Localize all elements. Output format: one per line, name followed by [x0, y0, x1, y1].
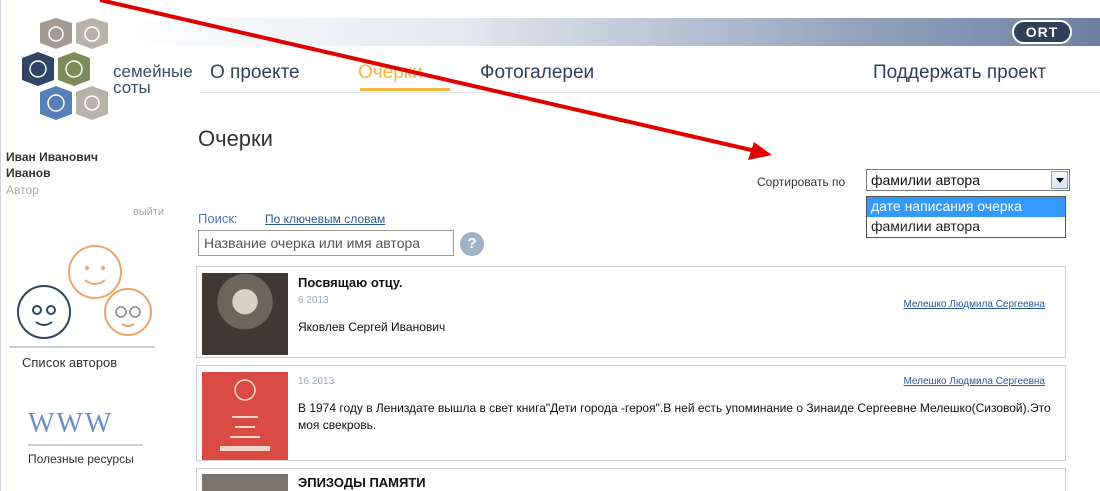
article-author-link[interactable]: Мелешко Людмила Сергеевна: [903, 299, 1045, 310]
nav-photogallery[interactable]: Фотогалереи: [480, 62, 594, 84]
user-name-line2: Иванов: [6, 166, 51, 180]
user-name: Иван Иванович Иванов: [6, 149, 166, 181]
nav-essays[interactable]: Очерки: [358, 62, 423, 84]
authors-list-link[interactable]: [10, 240, 160, 350]
ort-logo[interactable]: ORT: [1012, 20, 1072, 44]
sort-label: Сортировать по: [757, 175, 846, 189]
article-excerpt: Яковлев Сергей Иванович: [298, 320, 446, 334]
site-logo[interactable]: семейные соты: [18, 18, 193, 148]
search-label: Поиск:: [198, 211, 238, 226]
chevron-down-icon[interactable]: [1051, 171, 1068, 189]
article-card[interactable]: ЭПИЗОДЫ ПАМЯТИ: [196, 468, 1066, 491]
nav-support-project[interactable]: Поддержать проект: [873, 62, 1046, 84]
article-date: 6 2013: [298, 295, 329, 306]
article-photo[interactable]: [202, 372, 288, 460]
sort-option-author[interactable]: фамилии автора: [867, 217, 1065, 237]
user-role: Автор: [6, 183, 39, 197]
search-input[interactable]: [198, 230, 454, 256]
article-card[interactable]: Посвящаю отцу. 6 2013 Мелешко Людмила Се…: [196, 266, 1066, 358]
www-icon[interactable]: WWW: [28, 408, 113, 440]
book-cover-icon: [220, 379, 270, 451]
article-card[interactable]: 16 2013 Мелешко Людмила Сергеевна В 1974…: [196, 365, 1066, 461]
sort-select[interactable]: фамилии автора: [866, 169, 1070, 191]
sort-option-date[interactable]: дате написания очерка: [867, 197, 1065, 217]
nav-divider: [200, 92, 1100, 93]
www-divider: [28, 444, 143, 446]
authors-list-label[interactable]: Список авторов: [22, 355, 117, 370]
article-date: 16 2013: [298, 376, 335, 387]
logo-line2: соты: [113, 78, 151, 97]
authors-divider: [10, 346, 155, 348]
nav-about[interactable]: О проекте: [210, 62, 300, 84]
logout-link[interactable]: выйти: [133, 206, 164, 218]
top-gradient-bar: [120, 18, 1100, 46]
article-excerpt: В 1974 году в Лениздате вышла в свет кни…: [298, 401, 1051, 432]
sort-dropdown-list[interactable]: дате написания очерка фамилии автора: [866, 196, 1066, 238]
article-author-link[interactable]: Мелешко Людмила Сергеевна: [903, 376, 1045, 387]
logo-text: семейные соты: [113, 63, 193, 97]
user-name-line1: Иван Иванович: [6, 150, 98, 164]
article-title[interactable]: Посвящаю отцу.: [298, 275, 403, 290]
article-photo[interactable]: [202, 273, 288, 355]
help-icon[interactable]: ?: [460, 232, 484, 256]
page-title: Очерки: [198, 126, 273, 151]
useful-resources-link[interactable]: Полезные ресурсы: [28, 452, 134, 466]
search-mode-keywords-link[interactable]: По ключевым словам: [265, 212, 385, 226]
sort-selected-value: фамилии автора: [871, 172, 980, 188]
article-photo[interactable]: [202, 474, 288, 491]
nav-active-underline: [360, 88, 450, 91]
article-title[interactable]: ЭПИЗОДЫ ПАМЯТИ: [298, 475, 426, 490]
family-faces-icon: [17, 245, 152, 339]
